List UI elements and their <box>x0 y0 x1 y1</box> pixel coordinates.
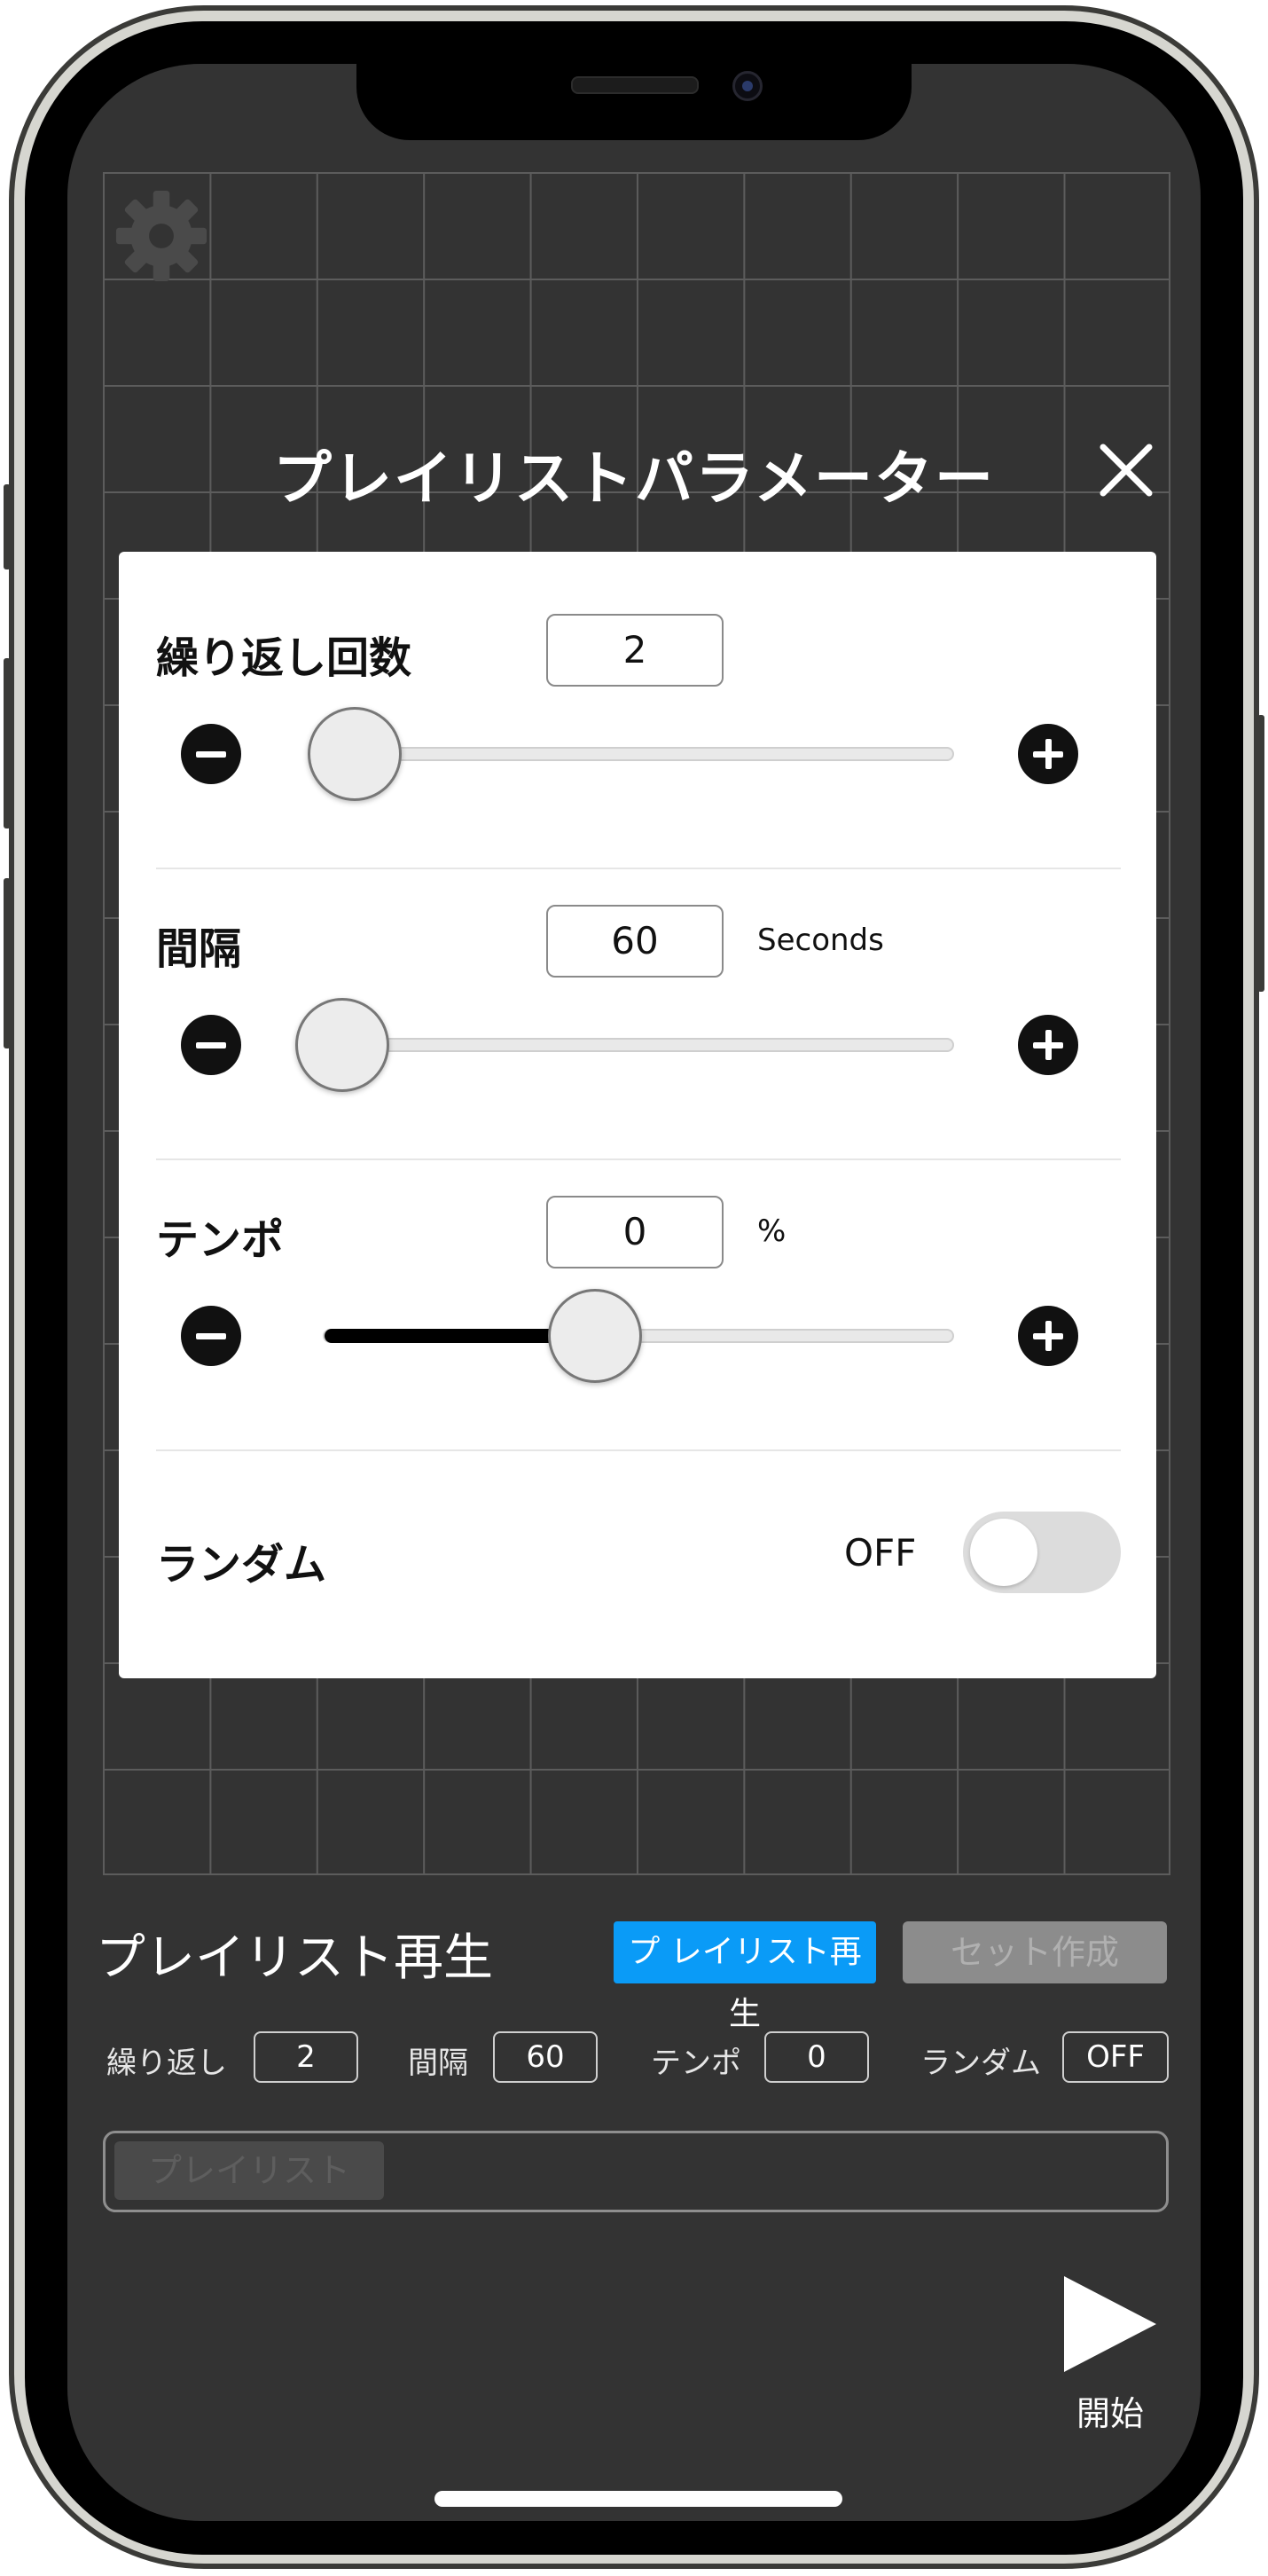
repeat-decrease-button[interactable] <box>181 724 241 784</box>
interval-increase-button[interactable] <box>1018 1015 1078 1075</box>
volume-down-button <box>4 878 11 1048</box>
start-label: 開始 <box>1076 2394 1144 2433</box>
summary-random-label: ランダム <box>920 2046 1041 2081</box>
random-toggle[interactable] <box>963 1512 1121 1593</box>
interval-decrease-button[interactable] <box>181 1015 241 1075</box>
tempo-section: テンポ 0 % <box>156 1196 1121 1383</box>
tempo-slider-thumb[interactable] <box>547 1289 642 1383</box>
repeat-value-field[interactable]: 2 <box>546 614 724 687</box>
modal-title: プレイリストパラメーター <box>272 444 996 513</box>
mute-switch <box>4 484 11 569</box>
random-label: ランダム <box>156 1540 327 1590</box>
interval-slider[interactable] <box>295 998 954 1092</box>
random-toggle-knob <box>970 1519 1037 1586</box>
random-section: ランダム OFF <box>156 1512 1121 1609</box>
playlist-play-button[interactable]: プ レイリスト再生 <box>614 1921 876 2032</box>
repeat-slider[interactable] <box>308 707 954 801</box>
interval-unit: Seconds <box>757 923 884 958</box>
home-indicator[interactable] <box>434 2491 842 2507</box>
front-camera <box>732 71 763 101</box>
interval-slider-thumb[interactable] <box>295 998 389 1092</box>
repeat-section: 繰り返し回数 2 <box>156 614 1121 801</box>
interval-label: 間隔 <box>156 924 242 974</box>
repeat-slider-thumb[interactable] <box>308 707 403 801</box>
playlist-heading: プレイリスト再生 <box>96 1929 493 1987</box>
repeat-increase-button[interactable] <box>1018 724 1078 784</box>
tempo-value-field[interactable]: 0 <box>546 1196 724 1268</box>
divider <box>156 1158 1121 1160</box>
gear-icon[interactable] <box>110 185 213 287</box>
parameter-panel: 繰り返し回数 2 間隔 60 Seconds テンポ 0 % ランダム OFF <box>119 552 1156 1678</box>
tempo-decrease-button[interactable] <box>181 1306 241 1366</box>
summary-interval-value: 60 <box>493 2031 598 2083</box>
random-state-text: OFF <box>844 1531 917 1575</box>
tempo-unit: % <box>757 1213 787 1249</box>
earpiece-speaker <box>571 76 699 94</box>
power-button <box>1257 715 1264 992</box>
divider <box>156 868 1121 869</box>
divider <box>156 1449 1121 1451</box>
tempo-label: テンポ <box>156 1215 285 1265</box>
summary-tempo-label: テンポ <box>651 2046 741 2081</box>
tempo-slider[interactable] <box>323 1289 954 1383</box>
summary-repeat-label: 繰り返し <box>106 2046 227 2081</box>
interval-value-field[interactable]: 60 <box>546 905 724 978</box>
summary-interval-label: 間隔 <box>408 2046 468 2081</box>
create-set-button[interactable]: セット作成 <box>903 1921 1167 1983</box>
summary-random-value: OFF <box>1062 2031 1169 2083</box>
playlist-field[interactable]: プレイリスト <box>103 2131 1169 2212</box>
close-icon[interactable] <box>1098 442 1155 499</box>
interval-section: 間隔 60 Seconds <box>156 905 1121 1092</box>
tempo-increase-button[interactable] <box>1018 1306 1078 1366</box>
volume-up-button <box>4 658 11 829</box>
summary-repeat-value: 2 <box>254 2031 358 2083</box>
summary-tempo-value: 0 <box>764 2031 869 2083</box>
playlist-chip[interactable]: プレイリスト <box>114 2141 384 2200</box>
repeat-label: 繰り返し回数 <box>156 633 412 683</box>
notch <box>356 64 912 140</box>
play-icon[interactable] <box>1061 2273 1160 2376</box>
